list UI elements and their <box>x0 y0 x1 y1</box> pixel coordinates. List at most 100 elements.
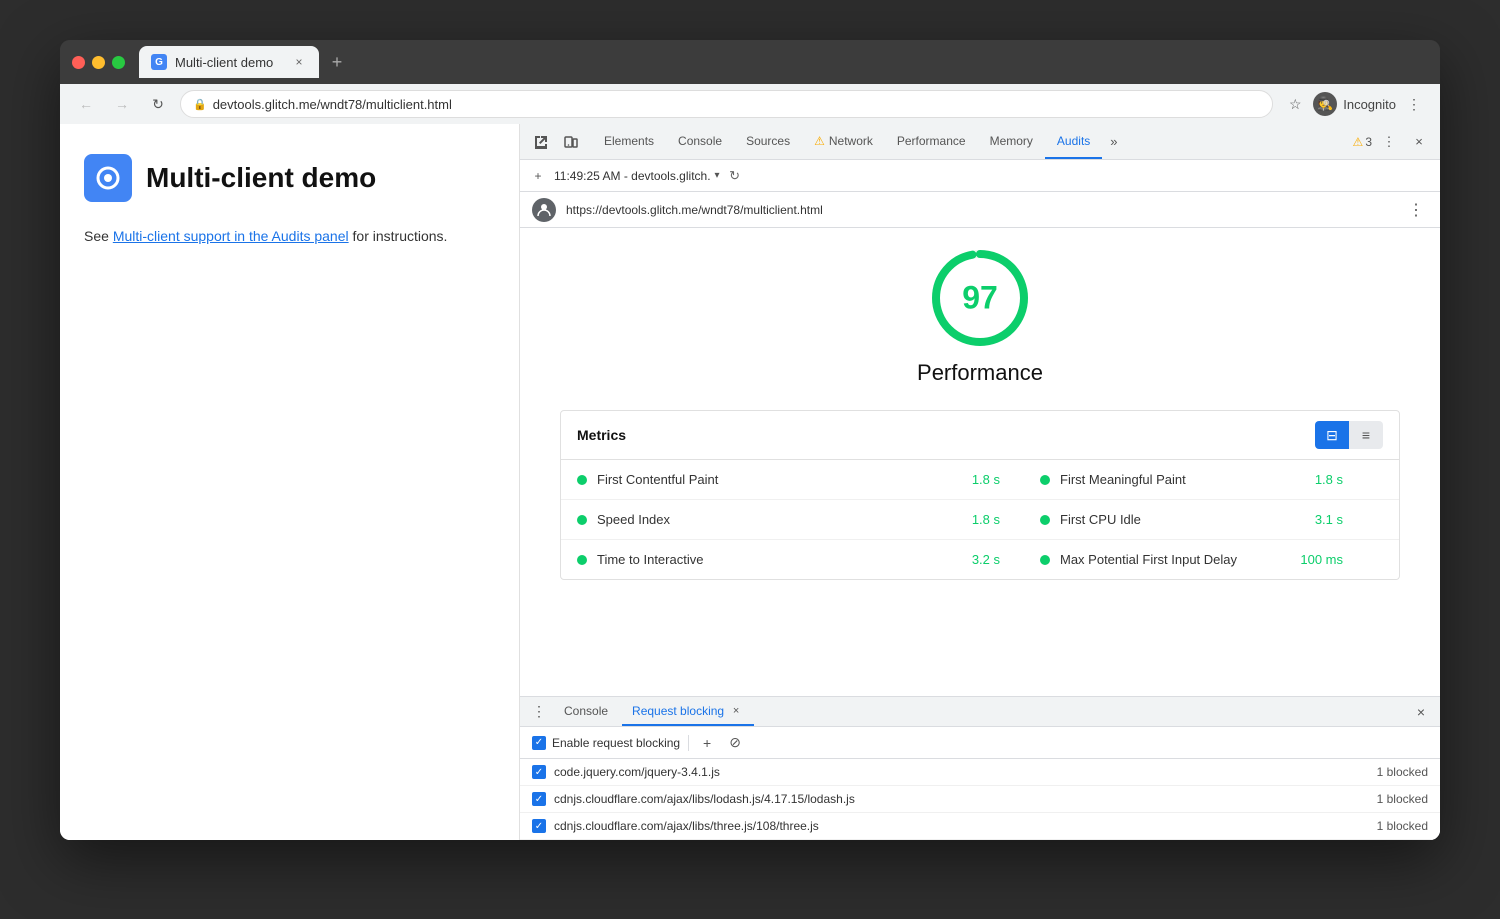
nav-bar: ← → ↻ 🔒 devtools.glitch.me/wndt78/multic… <box>60 84 1440 124</box>
address-bar[interactable]: 🔒 devtools.glitch.me/wndt78/multiclient.… <box>180 90 1273 118</box>
audits-panel-link[interactable]: Multi-client support in the Audits panel <box>113 228 349 244</box>
enable-blocking-label: Enable request blocking <box>552 736 680 750</box>
devtools-subbar: + 11:49:25 AM - devtools.glitch. ▾ ↻ <box>520 160 1440 192</box>
metric-name-tti: Time to Interactive <box>597 552 940 567</box>
metric-dot-fci <box>1040 515 1050 525</box>
enable-blocking-checkbox[interactable]: ✓ <box>532 736 546 750</box>
menu-button[interactable]: ⋮ <box>1400 90 1428 118</box>
metric-dot-mpfid <box>1040 555 1050 565</box>
bookmark-button[interactable]: ☆ <box>1281 90 1309 118</box>
close-drawer-button[interactable]: × <box>1410 701 1432 723</box>
forward-button[interactable]: → <box>108 90 136 118</box>
network-warning-icon: ⚠ <box>814 134 825 148</box>
toolbar-separator <box>688 735 689 751</box>
title-bar: G Multi-client demo × + <box>60 40 1440 84</box>
maximize-window-button[interactable] <box>112 56 125 69</box>
lock-icon: 🔒 <box>193 98 207 111</box>
blocking-count-2: 1 blocked <box>1377 819 1428 833</box>
devtools-panel: Elements Console Sources ⚠ Network Perfo… <box>520 124 1440 840</box>
tab-console[interactable]: Console <box>666 124 734 159</box>
metric-name-fcp: First Contentful Paint <box>597 472 940 487</box>
minimize-window-button[interactable] <box>92 56 105 69</box>
session-time: 11:49:25 AM - devtools.glitch. <box>554 169 711 183</box>
blocking-url-2: cdnjs.cloudflare.com/ajax/libs/three.js/… <box>554 819 1377 833</box>
blocking-item-checkbox-2[interactable]: ✓ <box>532 819 546 833</box>
session-selector[interactable]: 11:49:25 AM - devtools.glitch. ▾ <box>554 169 720 183</box>
metric-value-fci: 3.1 s <box>1283 512 1343 527</box>
metric-dot-si <box>577 515 587 525</box>
session-reload-button[interactable]: ↻ <box>726 167 744 185</box>
tab-close-button[interactable]: × <box>291 54 307 70</box>
metric-right-1: First CPU Idle 3.1 s <box>1040 512 1383 527</box>
page-header: Multi-client demo <box>84 154 495 202</box>
address-text: devtools.glitch.me/wndt78/multiclient.ht… <box>213 97 452 112</box>
add-blocking-rule-button[interactable]: + <box>697 733 717 753</box>
warning-count: ⚠ 3 <box>1353 135 1372 149</box>
tab-bar: G Multi-client demo × + <box>139 46 1428 78</box>
back-button[interactable]: ← <box>72 90 100 118</box>
session-dropdown-arrow: ▾ <box>715 170 720 181</box>
metrics-title: Metrics <box>577 427 626 443</box>
devtools-icons <box>528 129 584 155</box>
device-toolbar-button[interactable] <box>558 129 584 155</box>
blocking-item: ✓ cdnjs.cloudflare.com/ajax/libs/lodash.… <box>520 786 1440 813</box>
metric-row: Speed Index 1.8 s First CPU Idle 3.1 s <box>561 500 1399 540</box>
close-window-button[interactable] <box>72 56 85 69</box>
drawer-tab-console[interactable]: Console <box>554 697 618 726</box>
refresh-button[interactable]: ↻ <box>144 90 172 118</box>
warning-badge-icon: ⚠ <box>1353 135 1364 149</box>
blocking-item: ✓ cdnjs.cloudflare.com/ajax/libs/three.j… <box>520 813 1440 840</box>
metric-dot-tti <box>577 555 587 565</box>
blocking-item-checkbox-1[interactable]: ✓ <box>532 792 546 806</box>
tab-performance[interactable]: Performance <box>885 124 978 159</box>
clear-blocking-button[interactable]: ⊘ <box>725 733 745 753</box>
score-circle: 97 <box>930 248 1030 348</box>
audit-more-button[interactable]: ⋮ <box>1404 198 1428 222</box>
console-drawer: ⋮ Console Request blocking × × ✓ Enable … <box>520 696 1440 840</box>
score-section: 97 Performance <box>560 248 1400 386</box>
audit-url-text: https://devtools.glitch.me/wndt78/multic… <box>566 203 1404 217</box>
metrics-grid: First Contentful Paint 1.8 s First Meani… <box>561 460 1399 579</box>
incognito-icon: 🕵 <box>1313 92 1337 116</box>
metrics-view-buttons: ⊟ ≡ <box>1315 421 1383 449</box>
page-desc-suffix: for instructions. <box>349 228 448 244</box>
metric-name-si: Speed Index <box>597 512 940 527</box>
new-tab-button[interactable]: + <box>323 48 351 76</box>
page-description: See Multi-client support in the Audits p… <box>84 226 495 247</box>
inspect-element-button[interactable] <box>528 129 554 155</box>
devtools-settings-button[interactable]: ⋮ <box>1376 129 1402 155</box>
tab-elements[interactable]: Elements <box>592 124 666 159</box>
tab-network[interactable]: ⚠ Network <box>802 124 885 159</box>
blocking-toolbar: ✓ Enable request blocking + ⊘ <box>520 727 1440 759</box>
metric-dot-fmp <box>1040 475 1050 485</box>
page-logo <box>84 154 132 202</box>
audit-url-bar: https://devtools.glitch.me/wndt78/multic… <box>520 192 1440 228</box>
blocking-url-1: cdnjs.cloudflare.com/ajax/libs/lodash.js… <box>554 792 1377 806</box>
drawer-more-button[interactable]: ⋮ <box>528 701 550 723</box>
metric-value-si: 1.8 s <box>940 512 1000 527</box>
tab-audits[interactable]: Audits <box>1045 124 1102 159</box>
close-request-blocking-tab[interactable]: × <box>728 703 744 719</box>
blocking-count-0: 1 blocked <box>1377 765 1428 779</box>
main-content: Multi-client demo See Multi-client suppo… <box>60 124 1440 840</box>
view-list-button[interactable]: ≡ <box>1349 421 1383 449</box>
score-label: Performance <box>917 360 1043 386</box>
metric-value-tti: 3.2 s <box>940 552 1000 567</box>
view-grid-button[interactable]: ⊟ <box>1315 421 1349 449</box>
blocking-item-checkbox-0[interactable]: ✓ <box>532 765 546 779</box>
more-tabs-button[interactable]: » <box>1102 124 1125 159</box>
tab-memory[interactable]: Memory <box>978 124 1045 159</box>
incognito-badge: 🕵 Incognito <box>1313 90 1396 118</box>
blocking-count-1: 1 blocked <box>1377 792 1428 806</box>
metrics-header: Metrics ⊟ ≡ <box>561 411 1399 460</box>
metric-value-fcp: 1.8 s <box>940 472 1000 487</box>
metric-value-fmp: 1.8 s <box>1283 472 1343 487</box>
tab-sources[interactable]: Sources <box>734 124 802 159</box>
tab-favicon: G <box>151 54 167 70</box>
browser-tab-active[interactable]: G Multi-client demo × <box>139 46 319 78</box>
metric-name-mpfid: Max Potential First Input Delay <box>1060 552 1283 567</box>
score-number: 97 <box>962 280 998 317</box>
drawer-tab-request-blocking[interactable]: Request blocking × <box>622 697 754 726</box>
devtools-close-button[interactable]: × <box>1406 129 1432 155</box>
add-audit-button[interactable]: + <box>528 166 548 186</box>
